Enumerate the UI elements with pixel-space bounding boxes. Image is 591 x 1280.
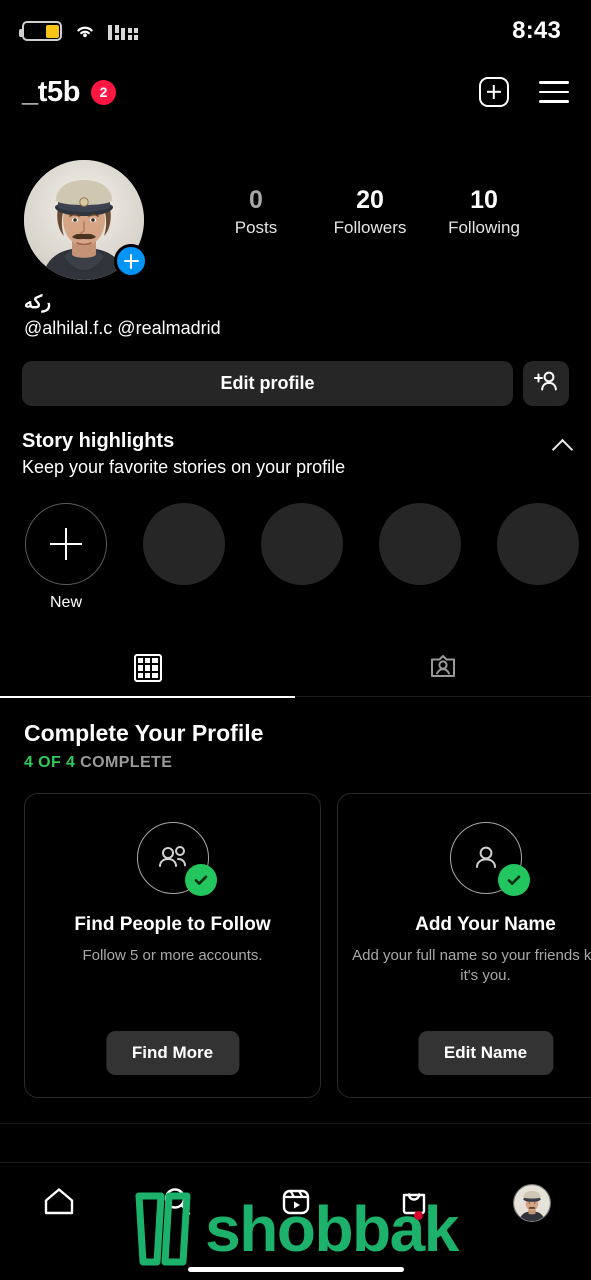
hamburger-menu-icon[interactable]: [539, 81, 569, 103]
card-title: Find People to Follow: [74, 914, 271, 935]
card-find-people[interactable]: Find People to Follow Follow 5 or more a…: [24, 793, 321, 1098]
cellular-signal-icon: [108, 23, 138, 40]
profile-summary: 0 Posts 20 Followers 10 Following: [0, 160, 591, 280]
bio-text: @alhilal.f.c @realmadrid: [24, 318, 221, 339]
username-switcher[interactable]: _t5b 2: [22, 75, 117, 109]
check-circle-icon: [497, 864, 530, 896]
battery-low-power-icon: [19, 21, 62, 41]
stat-following-count: 10: [470, 186, 498, 214]
stat-posts[interactable]: 0 Posts: [199, 186, 313, 238]
card-add-name[interactable]: Add Your Name Add your full name so your…: [337, 793, 591, 1098]
grid-icon: [133, 654, 162, 682]
highlight-placeholder[interactable]: [497, 503, 579, 585]
plus-square-icon[interactable]: [479, 77, 509, 107]
status-indicators: [19, 21, 138, 41]
edit-profile-button[interactable]: Edit profile: [22, 361, 513, 406]
highlight-placeholder[interactable]: [379, 503, 461, 585]
card-description: Follow 5 or more accounts.: [82, 947, 263, 964]
home-icon: [42, 1185, 76, 1222]
tab-divider: [295, 696, 591, 697]
complete-profile-title: Complete Your Profile: [24, 720, 264, 746]
card-title: Add Your Name: [415, 914, 556, 935]
profile-stats: 0 Posts 20 Followers 10 Following: [199, 186, 541, 238]
tab-active-underline: [0, 696, 295, 698]
search-icon: [161, 1185, 193, 1222]
tagged-person-card-icon: [428, 651, 458, 686]
profile-avatar-icon: [512, 1184, 551, 1222]
stat-posts-count: 0: [249, 186, 263, 214]
edit-name-button[interactable]: Edit Name: [417, 1031, 554, 1075]
stat-followers-label: Followers: [333, 217, 407, 237]
stat-following-label: Following: [448, 217, 520, 237]
stat-following[interactable]: 10 Following: [427, 186, 541, 238]
story-highlights-row: New: [0, 503, 591, 612]
complete-profile-progress: 4 OF 4 COMPLETE: [24, 754, 591, 772]
complete-profile-cards: Find People to Follow Follow 5 or more a…: [24, 793, 591, 1098]
highlight-placeholder[interactable]: [261, 503, 343, 585]
bottom-navigation: [0, 1163, 591, 1243]
wifi-icon: [73, 22, 97, 40]
progress-word: COMPLETE: [80, 754, 173, 771]
divider: [0, 1123, 591, 1124]
plus-circle-icon[interactable]: [114, 244, 148, 278]
story-highlights-title: Story highlights: [22, 430, 175, 452]
shop-bag-icon: [398, 1185, 430, 1222]
card-icon: [136, 822, 217, 896]
reels-icon: [280, 1185, 312, 1222]
instagram-profile-screen: 8:43 _t5b 2 0 Posts 20 Followers 10 Foll…: [0, 0, 591, 1280]
stat-posts-label: Posts: [234, 217, 278, 237]
check-circle-icon: [184, 864, 217, 896]
add-person-button[interactable]: [523, 361, 569, 406]
tab-tagged[interactable]: [296, 640, 591, 696]
complete-profile-section: Complete Your Profile 4 OF 4 COMPLETE: [24, 720, 591, 772]
story-highlights-subtitle: Keep your favorite stories on your profi…: [22, 457, 346, 477]
card-description: Add your full name so your friends know …: [352, 947, 591, 985]
nav-search[interactable]: [118, 1185, 236, 1222]
story-highlights-section: Story highlights Keep your favorite stor…: [22, 430, 573, 478]
avatar[interactable]: [24, 160, 148, 280]
add-person-icon: [533, 370, 559, 397]
stat-followers-count: 20: [356, 186, 384, 214]
nav-home[interactable]: [0, 1185, 118, 1222]
card-icon: [449, 822, 530, 896]
nav-profile[interactable]: [473, 1184, 591, 1222]
display-name: ركه: [24, 292, 51, 312]
nav-shop[interactable]: [355, 1185, 473, 1222]
profile-action-buttons: Edit profile: [22, 361, 569, 406]
profile-bio: ركه @alhilal.f.c @realmadrid: [24, 290, 567, 341]
home-indicator: [187, 1267, 404, 1272]
status-bar-clock: 8:43: [512, 17, 561, 44]
username-label: _t5b: [22, 75, 81, 108]
status-bar: 8:43: [0, 0, 591, 62]
find-more-button[interactable]: Find More: [105, 1031, 240, 1075]
profile-header: _t5b 2: [0, 62, 591, 122]
nav-reels[interactable]: [236, 1185, 354, 1222]
notification-badge: 2: [91, 79, 117, 105]
profile-tabs: [0, 640, 591, 696]
chevron-up-icon[interactable]: [553, 436, 573, 456]
progress-count: 4 OF 4: [24, 754, 76, 771]
highlight-placeholder[interactable]: [143, 503, 225, 585]
tab-grid[interactable]: [0, 640, 296, 696]
header-actions: [479, 77, 569, 107]
highlight-new-label: New: [49, 594, 82, 611]
highlight-new-button[interactable]: New: [25, 503, 107, 612]
plus-icon: [25, 503, 107, 585]
stat-followers[interactable]: 20 Followers: [313, 186, 427, 238]
